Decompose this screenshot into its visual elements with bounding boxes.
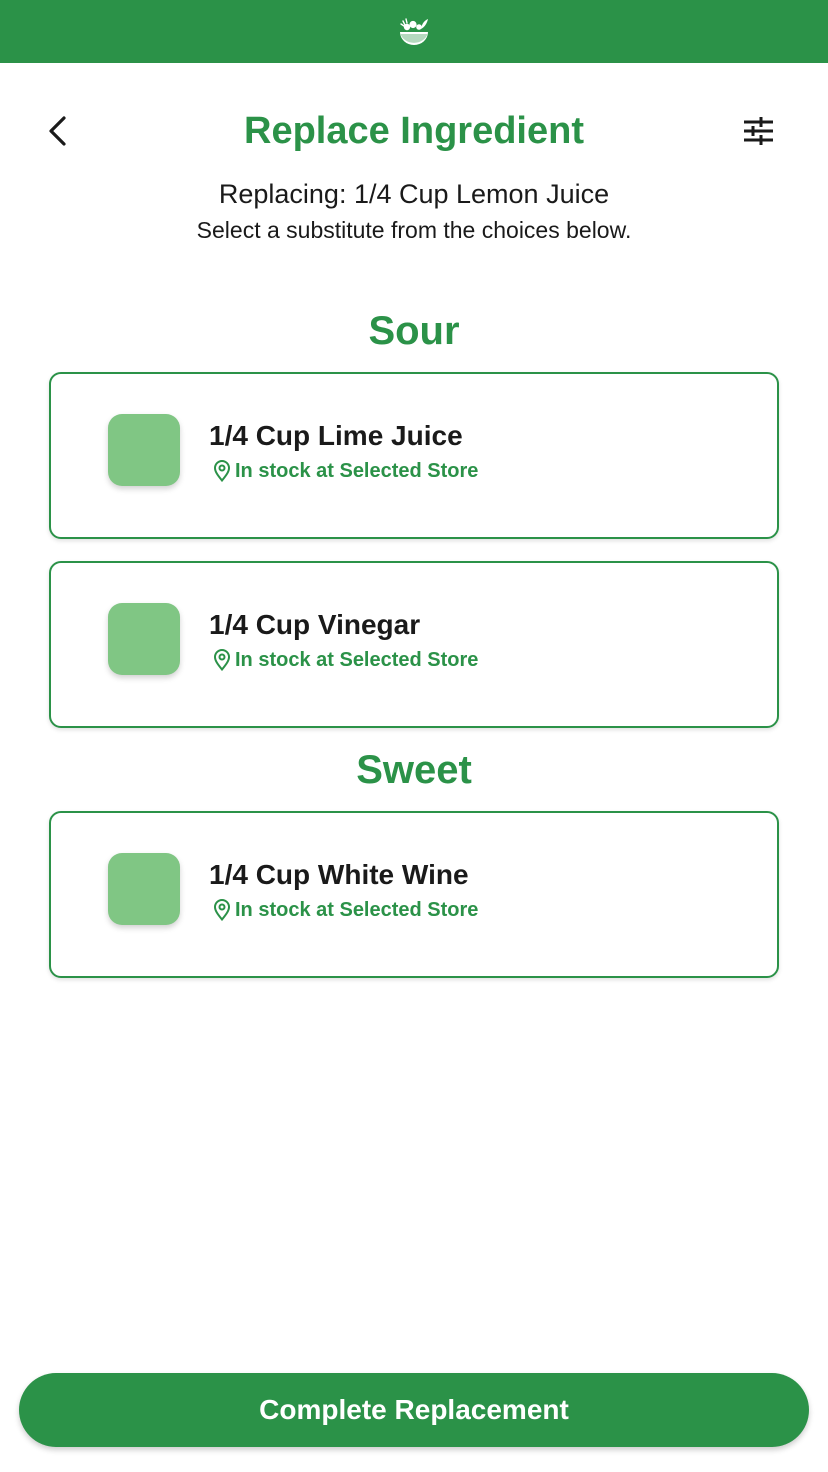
- filter-button[interactable]: [736, 110, 780, 152]
- sliders-icon: [744, 117, 773, 145]
- salad-bowl-icon: [400, 17, 428, 45]
- option-name: 1/4 Cup White Wine: [209, 859, 469, 890]
- page-title: Replace Ingredient: [244, 110, 584, 152]
- ingredient-thumbnail: [108, 853, 180, 925]
- section-heading-sour: Sour: [368, 309, 460, 353]
- stock-status-label: In stock at Selected Store: [235, 459, 479, 482]
- stock-status-label: In stock at Selected Store: [235, 898, 479, 921]
- replace-ingredient-screen: Replace Ingredient Replacing: 1/4 Cup Le…: [0, 0, 828, 1472]
- location-pin-icon: [213, 460, 231, 482]
- section-heading-sweet: Sweet: [356, 748, 472, 792]
- ingredient-thumbnail: [108, 603, 180, 675]
- ingredient-thumbnail: [108, 414, 180, 486]
- complete-replacement-button[interactable]: Complete Replacement: [19, 1373, 809, 1447]
- stock-status-label: In stock at Selected Store: [235, 648, 479, 671]
- substitute-option-white-wine[interactable]: 1/4 Cup White Wine In stock at Selected …: [49, 811, 779, 978]
- stock-status: In stock at Selected Store: [213, 458, 478, 484]
- top-app-bar: [0, 0, 828, 63]
- option-name: 1/4 Cup Lime Juice: [209, 420, 463, 451]
- substitute-option-lime-juice[interactable]: 1/4 Cup Lime Juice In stock at Selected …: [49, 372, 779, 539]
- option-name: 1/4 Cup Vinegar: [209, 609, 421, 640]
- stock-status: In stock at Selected Store: [213, 647, 478, 673]
- replacing-text: Replacing: 1/4 Cup Lemon Juice: [218, 179, 610, 209]
- substitute-option-vinegar[interactable]: 1/4 Cup Vinegar In stock at Selected Sto…: [49, 561, 779, 728]
- stock-status: In stock at Selected Store: [213, 897, 478, 923]
- location-pin-icon: [213, 649, 231, 671]
- instruction-text: Select a substitute from the choices bel…: [196, 217, 632, 243]
- location-pin-icon: [213, 899, 231, 921]
